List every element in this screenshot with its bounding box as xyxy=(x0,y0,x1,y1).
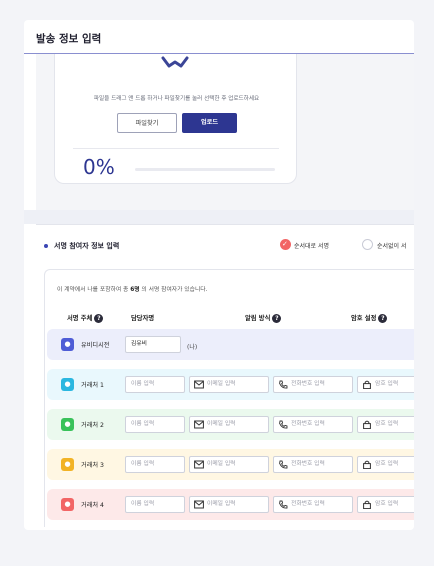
signer-row-4: ● 거래처 4 이름 입력 이메일 입력 전화번호 입력 암호 입력 xyxy=(47,489,414,520)
signer-row-3: ● 거래처 3 이름 입력 이메일 입력 전화번호 입력 암호 입력 xyxy=(47,449,414,480)
signer-section: 서명 참여자 정보 입력 순서대로 서명 순서없이 서 이 계약에서 나를 포함… xyxy=(36,224,414,530)
email-input[interactable]: 이메일 입력 xyxy=(189,416,269,433)
phone-icon xyxy=(279,380,288,389)
order-any-radio[interactable] xyxy=(362,239,373,250)
page-title: 발송 정보 입력 xyxy=(36,33,102,45)
send-info-card: 발송 정보 입력 파일을 드래그 앤 드롭 하거나 파일찾기를 눌러 선택한 후… xyxy=(24,20,414,530)
signer-role-name: 거래처 3 xyxy=(81,462,104,469)
help-icon[interactable]: ? xyxy=(94,313,104,323)
column-header-signer: 서명 주체? xyxy=(67,313,104,323)
user-icon: ● xyxy=(61,378,74,391)
password-input[interactable]: 암호 입력 xyxy=(357,416,414,433)
signer-section-title: 서명 참여자 정보 입력 xyxy=(54,242,120,250)
signer-role-name: 거래처 2 xyxy=(81,422,104,429)
mail-icon xyxy=(194,460,204,469)
mail-icon xyxy=(194,420,204,429)
phone-input[interactable]: 전화번호 입력 xyxy=(273,496,353,513)
help-icon[interactable]: ? xyxy=(378,313,388,323)
drop-hint-text: 파일을 드래그 앤 드롭 하거나 파일찾기를 눌러 선택한 후 업로드하세요 xyxy=(93,96,260,102)
order-sequential-label[interactable]: 순서대로 서명 xyxy=(294,241,329,250)
upload-cloud-icon xyxy=(161,56,189,68)
email-input[interactable]: 이메일 입력 xyxy=(189,496,269,513)
lock-icon xyxy=(363,380,371,389)
manager-name-input[interactable]: 이름 입력 xyxy=(125,496,185,513)
phone-input[interactable]: 전화번호 입력 xyxy=(273,456,353,473)
upload-section: 파일을 드래그 앤 드롭 하거나 파일찾기를 눌러 선택한 후 업로드하세요 파… xyxy=(36,54,414,210)
signer-role-name: 유비디시전 xyxy=(81,342,110,349)
user-icon: ● xyxy=(61,458,74,471)
user-icon: ● xyxy=(61,338,74,351)
signer-row-owner: ● 유비디시전 김유비 (나) xyxy=(47,329,414,360)
user-icon: ● xyxy=(61,498,74,511)
password-input[interactable]: 암호 입력 xyxy=(357,376,414,393)
manager-name-field[interactable]: 김유비 xyxy=(125,336,181,353)
password-input[interactable]: 암호 입력 xyxy=(357,456,414,473)
signer-count: 6명 xyxy=(130,287,140,293)
mail-icon xyxy=(194,500,204,509)
column-header-manager: 담당자명 xyxy=(131,315,155,322)
upload-progress-bar xyxy=(135,168,275,171)
email-input[interactable]: 이메일 입력 xyxy=(189,376,269,393)
signer-section-header: 서명 참여자 정보 입력 순서대로 서명 순서없이 서 xyxy=(36,237,414,253)
bullet-icon xyxy=(44,244,48,248)
signer-info-panel: 이 계약에서 나를 포함하여 총 6명 의 서명 참여자가 있습니다. 서명 주… xyxy=(44,269,414,527)
signer-count-note: 이 계약에서 나를 포함하여 총 6명 의 서명 참여자가 있습니다. xyxy=(57,287,208,293)
upload-progress-percent: 0% xyxy=(83,155,115,179)
signer-role-name: 거래처 1 xyxy=(81,382,104,389)
lock-icon xyxy=(363,420,371,429)
user-icon: ● xyxy=(61,418,74,431)
me-label: (나) xyxy=(187,344,198,351)
signer-row-2: ● 거래처 2 이름 입력 이메일 입력 전화번호 입력 암호 입력 xyxy=(47,409,414,440)
section-gap xyxy=(24,210,414,224)
upload-button[interactable]: 업로드 xyxy=(182,113,237,133)
divider xyxy=(73,148,279,149)
password-input[interactable]: 암호 입력 xyxy=(357,496,414,513)
find-file-button[interactable]: 파일찾기 xyxy=(117,113,177,133)
lock-icon xyxy=(363,460,371,469)
help-icon[interactable]: ? xyxy=(272,313,282,323)
manager-name-input[interactable]: 이름 입력 xyxy=(125,416,185,433)
order-sequential-radio[interactable] xyxy=(280,239,291,250)
manager-name-input[interactable]: 이름 입력 xyxy=(125,456,185,473)
file-drop-zone[interactable]: 파일을 드래그 앤 드롭 하거나 파일찾기를 눌러 선택한 후 업로드하세요 파… xyxy=(54,54,297,184)
order-any-label[interactable]: 순서없이 서 xyxy=(377,241,407,250)
lock-icon xyxy=(363,500,371,509)
email-input[interactable]: 이메일 입력 xyxy=(189,456,269,473)
column-header-password: 암호 설정? xyxy=(351,313,388,323)
manager-name-input[interactable]: 이름 입력 xyxy=(125,376,185,393)
phone-icon xyxy=(279,500,288,509)
mail-icon xyxy=(194,380,204,389)
section-header: 발송 정보 입력 xyxy=(24,20,414,54)
phone-icon xyxy=(279,420,288,429)
phone-icon xyxy=(279,460,288,469)
signer-row-1: ● 거래처 1 이름 입력 이메일 입력 전화번호 입력 암호 입력 xyxy=(47,369,414,400)
signer-role-name: 거래처 4 xyxy=(81,502,104,509)
phone-input[interactable]: 전화번호 입력 xyxy=(273,416,353,433)
column-header-notify: 알림 방식? xyxy=(245,313,282,323)
phone-input[interactable]: 전화번호 입력 xyxy=(273,376,353,393)
